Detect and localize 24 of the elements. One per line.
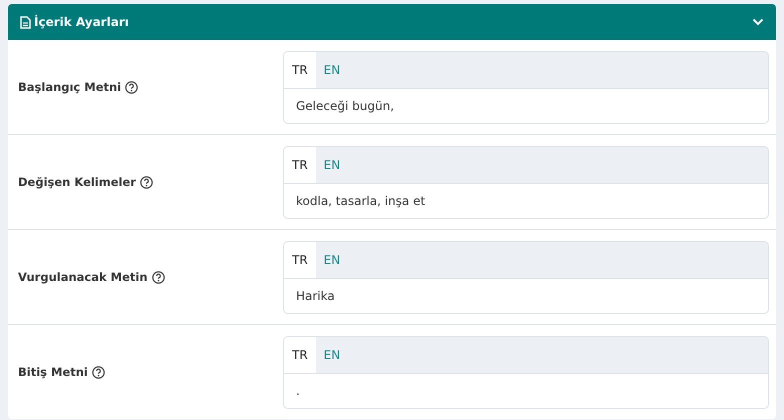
language-tab[interactable]: TR bbox=[284, 52, 316, 88]
help-icon bbox=[92, 366, 105, 378]
text-field[interactable]: Harika bbox=[283, 278, 769, 314]
language-tab[interactable]: TR bbox=[284, 336, 316, 372]
document-icon bbox=[20, 16, 31, 28]
panel-title: İçerik Ayarları bbox=[34, 15, 129, 29]
language-tab[interactable]: EN bbox=[316, 242, 348, 278]
chevron-icon[interactable] bbox=[752, 18, 764, 26]
text-field[interactable]: . bbox=[283, 374, 769, 408]
field-label: Başlangıç Metni bbox=[18, 80, 122, 94]
language-tab[interactable]: EN bbox=[316, 52, 348, 88]
language-tab[interactable]: EN bbox=[316, 146, 348, 182]
panel-header[interactable]: İçerik Ayarları bbox=[8, 4, 776, 40]
text-field[interactable]: Geleceği bugün, bbox=[283, 88, 769, 124]
field-label: Vurgulanacak Metin bbox=[18, 270, 148, 284]
language-tab[interactable]: EN bbox=[316, 336, 348, 372]
help-icon bbox=[152, 270, 165, 284]
language-tab[interactable]: TR bbox=[284, 242, 316, 278]
field-label: Bitiş Metni bbox=[18, 365, 88, 379]
help-icon bbox=[125, 80, 138, 94]
text-field[interactable]: kodla, tasarla, inşa et bbox=[283, 184, 769, 218]
language-tab[interactable]: TR bbox=[284, 146, 316, 182]
help-icon bbox=[140, 176, 153, 188]
field-label: Değişen Kelimeler bbox=[18, 175, 136, 189]
